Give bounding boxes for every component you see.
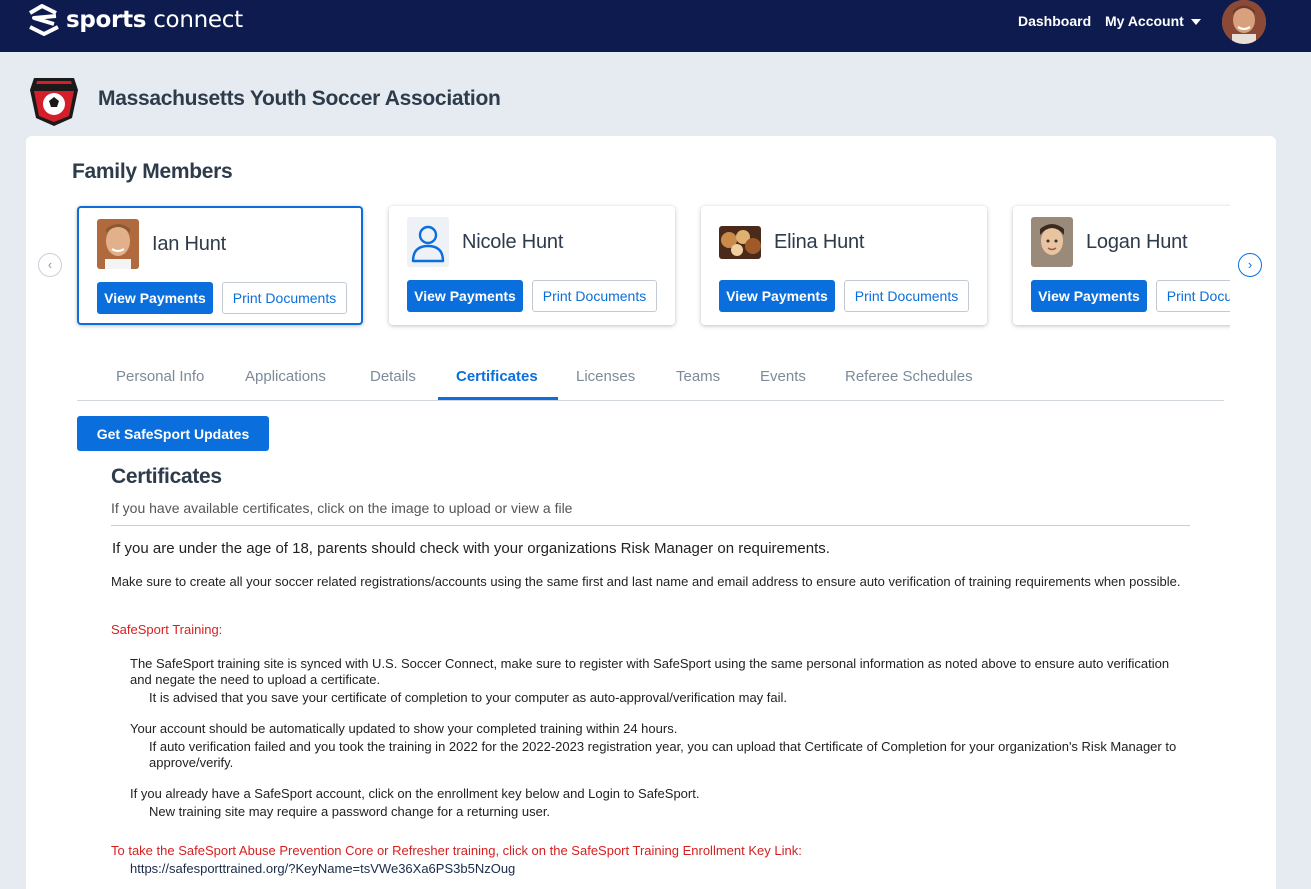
sports-connect-logo[interactable]: sports connect: [26, 4, 243, 36]
tab-details[interactable]: Details: [370, 368, 416, 385]
view-payments-button[interactable]: View Payments: [407, 280, 523, 312]
nav-dashboard-link[interactable]: Dashboard: [1018, 13, 1091, 29]
tab-referee-schedules[interactable]: Referee Schedules: [845, 368, 973, 385]
safesport-enrollment-link[interactable]: https://safesporttrained.org/?KeyName=ts…: [130, 861, 515, 877]
caret-down-icon: [1190, 19, 1201, 26]
safesport-sync-text: The SafeSport training site is synced wi…: [130, 656, 1170, 687]
user-placeholder-icon: [407, 217, 449, 267]
password-change-text: New training site may require a password…: [149, 804, 551, 819]
tab-certificates[interactable]: Certificates: [456, 368, 538, 385]
family-member-card[interactable]: Ian Hunt View Payments Print Documents: [77, 206, 363, 325]
active-tab-indicator: [438, 397, 558, 400]
main-panel: Family Members ‹ › Ian Hunt View Payment…: [26, 136, 1276, 889]
get-safesport-updates-button[interactable]: Get SafeSport Updates: [77, 416, 269, 451]
carousel-next-button[interactable]: ›: [1238, 253, 1262, 277]
age-notice-text: If you are under the age of 18, parents …: [112, 540, 830, 557]
org-name: Massachusetts Youth Soccer Association: [98, 87, 501, 110]
tab-applications[interactable]: Applications: [245, 368, 326, 385]
member-name: Nicole Hunt: [462, 231, 564, 253]
certificates-heading: Certificates: [111, 465, 222, 488]
view-payments-button[interactable]: View Payments: [97, 282, 213, 314]
print-documents-button[interactable]: Print Documents: [222, 282, 347, 314]
view-payments-button[interactable]: View Payments: [1031, 280, 1147, 312]
family-member-card[interactable]: Elina Hunt View Payments Print Documents: [701, 206, 987, 325]
family-members-title: Family Members: [72, 160, 233, 183]
tab-licenses[interactable]: Licenses: [576, 368, 635, 385]
carousel-prev-button[interactable]: ‹: [38, 253, 62, 277]
existing-account-text: If you already have a SafeSport account,…: [130, 786, 700, 801]
section-divider: [111, 525, 1190, 526]
user-avatar[interactable]: [1222, 0, 1266, 44]
auto-update-text: Your account should be automatically upd…: [130, 721, 678, 736]
user-avatar-photo: [1222, 0, 1266, 44]
org-crest-logo: [26, 72, 82, 126]
tab-events[interactable]: Events: [760, 368, 806, 385]
member-photo-avatar: [97, 219, 139, 269]
logo-text: sports connect: [66, 7, 243, 33]
enrollment-instructions-text: To take the SafeSport Abuse Prevention C…: [111, 843, 802, 858]
member-photo-avatar: [1031, 217, 1073, 267]
family-members-carousel: Ian Hunt View Payments Print Documents N…: [74, 202, 1230, 332]
my-account-label: My Account: [1105, 13, 1184, 29]
tab-teams[interactable]: Teams: [676, 368, 720, 385]
family-member-card[interactable]: Logan Hunt View Payments Print Documents: [1013, 206, 1230, 325]
nav-my-account-dropdown[interactable]: My Account: [1105, 13, 1201, 29]
print-documents-button[interactable]: Print Documents: [532, 280, 657, 312]
tab-personal-info[interactable]: Personal Info: [116, 368, 204, 385]
print-documents-button[interactable]: Print Documents: [844, 280, 969, 312]
view-payments-button[interactable]: View Payments: [719, 280, 835, 312]
member-tabs: Personal Info Applications Details Certi…: [77, 354, 1224, 401]
member-name: Ian Hunt: [152, 233, 227, 255]
member-photo-avatar: [719, 226, 761, 259]
family-member-card[interactable]: Nicole Hunt View Payments Print Document…: [389, 206, 675, 325]
top-navbar: sports connect Dashboard My Account: [0, 0, 1311, 52]
certificates-subtitle: If you have available certificates, clic…: [111, 500, 573, 516]
save-certificate-advice-text: It is advised that you save your certifi…: [149, 690, 788, 705]
safesport-training-label: SafeSport Training:: [111, 622, 223, 637]
sports-connect-logo-icon: [28, 4, 59, 36]
print-documents-button[interactable]: Print Documents: [1156, 280, 1230, 312]
naming-instructions-text: Make sure to create all your soccer rela…: [111, 574, 1181, 589]
member-name: Elina Hunt: [774, 231, 865, 253]
auto-verification-failed-text: If auto verification failed and you took…: [149, 739, 1177, 770]
member-name: Logan Hunt: [1086, 231, 1188, 253]
